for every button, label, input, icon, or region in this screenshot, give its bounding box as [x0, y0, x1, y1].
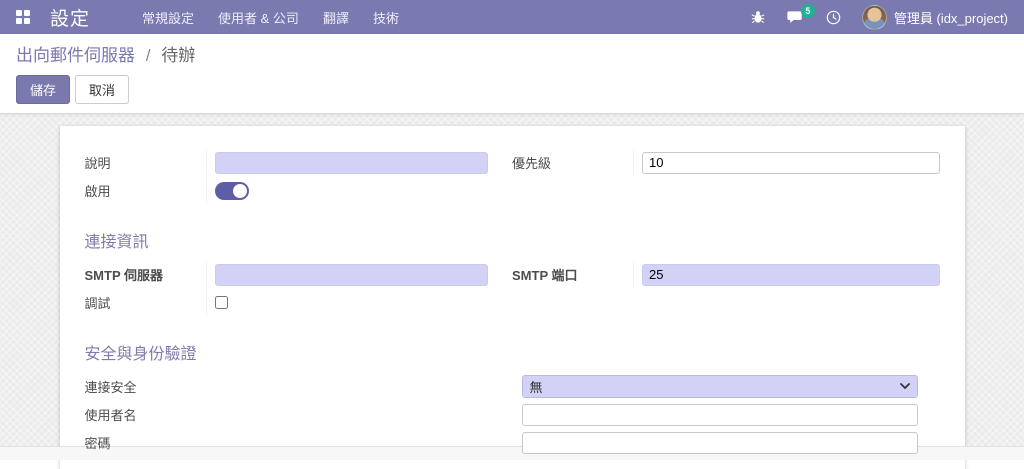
- form-sheet: 說明 啟用 優先級 10 連接資訊 SMTP 伺服器 調試 SMTP 端口 25…: [59, 126, 965, 469]
- active-toggle[interactable]: [214, 181, 249, 200]
- user-avatar: [861, 4, 887, 30]
- smtp-host-field-cell: [205, 262, 488, 287]
- messages-menu-button[interactable]: 5: [778, 0, 815, 34]
- username-input[interactable]: [521, 403, 918, 426]
- active-field-cell: [205, 178, 489, 203]
- password-field-cell: [521, 430, 918, 455]
- breadcrumb-current: 待辦: [161, 46, 196, 65]
- field-row-active: 啟用: [85, 178, 489, 203]
- username-label: 使用者名: [84, 408, 137, 423]
- smtp-host-label: SMTP 伺服器: [84, 268, 164, 283]
- apps-menu-button[interactable]: [0, 0, 46, 34]
- section-title-security: 安全與身份驗證: [84, 346, 197, 363]
- debug-checkbox[interactable]: [214, 296, 228, 309]
- user-menu-button[interactable]: 管理員 (idx_project): [854, 0, 1016, 34]
- connection-security-field-cell: 無: [521, 374, 918, 399]
- debug-mode-button[interactable]: [742, 0, 774, 34]
- bug-icon: [751, 11, 765, 24]
- field-row-password: 密碼: [85, 430, 940, 455]
- connection-security-select[interactable]: 無: [521, 375, 918, 398]
- control-panel-buttons: 儲存 取消: [16, 75, 1008, 104]
- menu-translations[interactable]: 翻譯: [311, 0, 361, 34]
- description-field-cell: [205, 150, 488, 175]
- control-panel: 出向郵件伺服器 / 待辦 儲存 取消: [0, 34, 1024, 114]
- menu-users-companies[interactable]: 使用者 & 公司: [206, 0, 311, 34]
- selected-option: 無: [529, 380, 543, 395]
- section-title-connection-info: 連接資訊: [84, 234, 149, 251]
- priority-label: 優先級: [512, 156, 552, 171]
- field-row-debug: 調試: [85, 290, 489, 315]
- group-connection-left: SMTP 伺服器 調試: [85, 262, 513, 318]
- activities-menu-button[interactable]: [817, 0, 850, 34]
- group-general-left: 說明 啟用: [85, 150, 513, 206]
- smtp-port-label: SMTP 端口: [512, 268, 578, 283]
- chevron-down-icon: [899, 383, 910, 390]
- field-row-smtp-port: SMTP 端口: [512, 262, 940, 287]
- user-name: 管理員 (idx_project): [893, 10, 1008, 26]
- save-button[interactable]: 儲存: [16, 75, 71, 104]
- clock-icon: [826, 10, 841, 24]
- messages-count-badge: 5: [800, 4, 815, 18]
- breadcrumb-separator: /: [145, 46, 151, 65]
- smtp-port-input[interactable]: [642, 263, 940, 286]
- group-general-right: 優先級: [512, 150, 940, 206]
- active-label: 啟用: [84, 184, 111, 199]
- odoo-settings-screen: 設定 常規設定 使用者 & 公司 翻譯 技術 5 管理員 (idx_projec…: [0, 0, 1024, 469]
- navbar-left: 設定 常規設定 使用者 & 公司 翻譯 技術: [0, 0, 411, 34]
- priority-input[interactable]: [642, 151, 940, 174]
- breadcrumb-parent-link[interactable]: 出向郵件伺服器: [16, 46, 135, 65]
- field-row-smtp-host: SMTP 伺服器: [84, 262, 488, 287]
- breadcrumb: 出向郵件伺服器 / 待辦: [16, 41, 1008, 66]
- connection-security-label: 連接安全: [84, 380, 137, 395]
- username-field-cell: [521, 402, 918, 427]
- field-row-username: 使用者名: [85, 402, 940, 427]
- smtp-port-field-cell: [633, 262, 940, 287]
- group-connection: SMTP 伺服器 調試 SMTP 端口: [85, 262, 940, 318]
- group-connection-right: SMTP 端口: [512, 262, 940, 318]
- debug-field-cell: [205, 290, 489, 315]
- smtp-host-input[interactable]: [214, 263, 488, 286]
- form-view-background: 說明 啟用 優先級 10 連接資訊 SMTP 伺服器 調試 SMTP 端口 25…: [0, 114, 1024, 469]
- apps-grid-icon: [16, 10, 30, 24]
- password-input[interactable]: [521, 431, 918, 454]
- description-label: 說明: [84, 156, 111, 171]
- toggle-knob: [232, 183, 247, 198]
- top-navbar: 設定 常規設定 使用者 & 公司 翻譯 技術 5 管理員 (idx_projec…: [0, 0, 1024, 34]
- app-title[interactable]: 設定: [46, 4, 104, 31]
- app-menu: 常規設定 使用者 & 公司 翻譯 技術: [130, 0, 411, 34]
- description-input[interactable]: [214, 151, 488, 174]
- discard-button[interactable]: 取消: [75, 75, 130, 104]
- menu-general-settings[interactable]: 常規設定: [130, 0, 206, 34]
- field-row-priority: 優先級: [512, 150, 940, 175]
- field-row-connection-security: 連接安全 無: [85, 374, 940, 399]
- priority-field-cell: [633, 150, 940, 175]
- menu-technical[interactable]: 技術: [361, 0, 411, 34]
- navbar-right: 5 管理員 (idx_project): [742, 0, 1016, 34]
- password-label: 密碼: [84, 436, 111, 451]
- group-security: 連接安全 無 使用者名 密碼: [85, 374, 940, 455]
- field-row-description: 說明: [84, 150, 488, 175]
- group-general: 說明 啟用 優先級: [85, 150, 940, 206]
- debug-label: 調試: [84, 296, 111, 311]
